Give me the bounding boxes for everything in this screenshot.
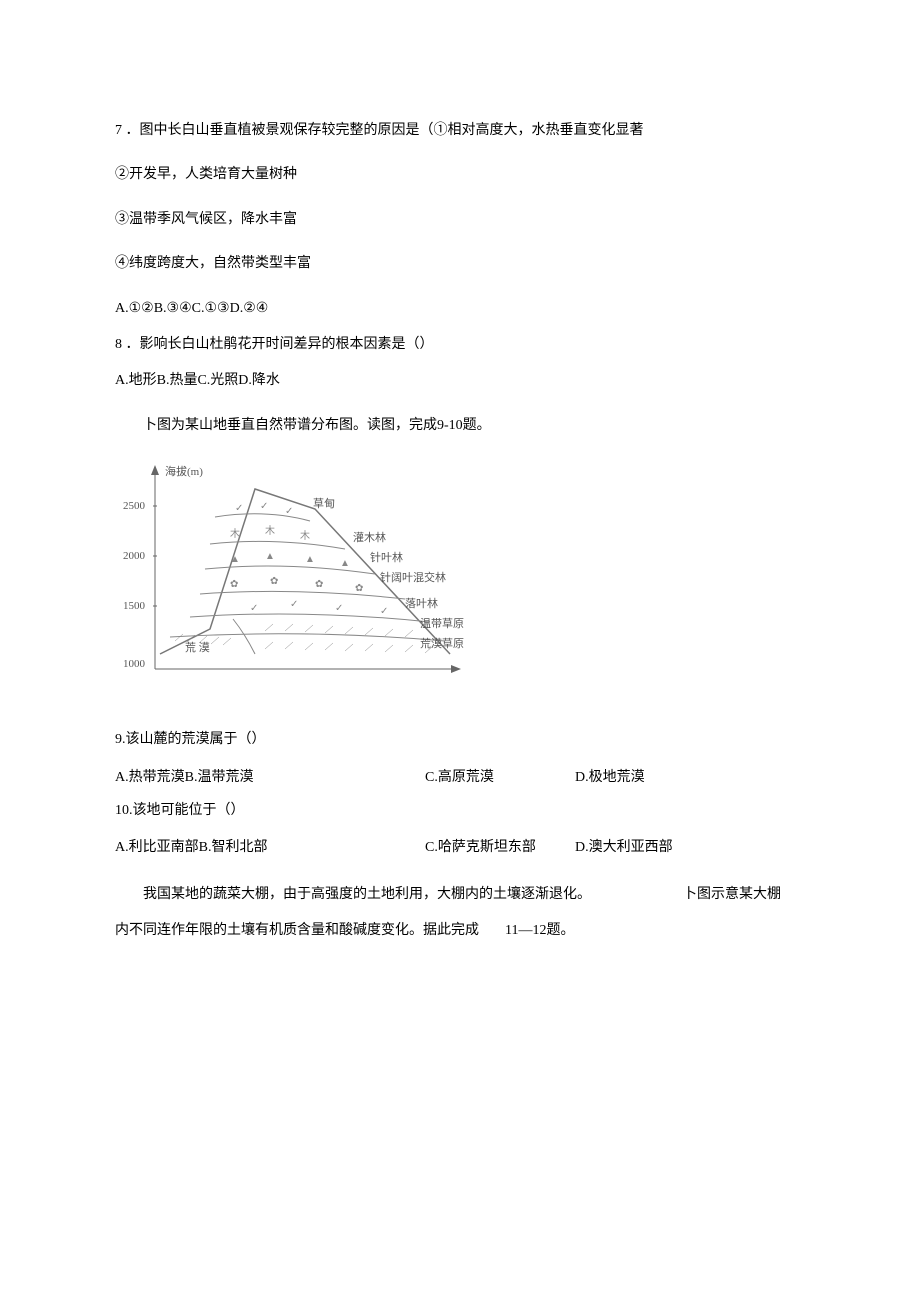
svg-text:木: 木 <box>265 525 275 537</box>
svg-text:▲: ▲ <box>305 554 315 565</box>
q8-stem: 8 ．影响长白山杜鹃花开时间差异的根本因素是（） <box>115 334 810 356</box>
document-page: 7 ．图中长白山垂直植被景观保存较完整的原因是（①相对高度大，水热垂直变化显著 … <box>0 0 920 1017</box>
svg-text:✿: ✿ <box>355 583 363 594</box>
q7-stmt4: ④纬度跨度大，自然带类型丰富 <box>115 253 810 275</box>
q8-options: A.地形B.热量C.光照D.降水 <box>115 370 810 392</box>
intro-9-10: 卜图为某山地垂直自然带谱分布图。读图，完成9-10题。 <box>115 415 810 437</box>
zone-label-8: 荒 漠 <box>185 641 210 654</box>
svg-text:木: 木 <box>300 530 310 542</box>
svg-text:✓: ✓ <box>285 506 293 517</box>
intro-1112-line2: 内不同连作年限的土壤有机质含量和酸碱度变化。据此完成 11—12题。 <box>115 920 810 942</box>
intro-1112-part2: 卜图示意某大棚 <box>655 884 810 906</box>
q7-stem: 7 ．图中长白山垂直植被景观保存较完整的原因是（①相对高度大，水热垂直变化显著 <box>115 120 810 142</box>
tick-1000: 1000 <box>123 658 146 670</box>
zone-label-4: 针阔叶混交林 <box>380 570 446 584</box>
svg-text:✓: ✓ <box>235 503 243 514</box>
svg-text:✓: ✓ <box>380 606 388 617</box>
intro-1112-part4: 11—12题。 <box>505 920 810 942</box>
zone-label-3: 针叶林 <box>370 550 403 564</box>
mountain-zonation-figure: 海拔(m) 2500 2000 1500 1000 ✓ ✓ ✓ 木 木 木 ▲ ▲ <box>115 459 810 689</box>
q7-stmt3: ③温带季风气候区，降水丰富 <box>115 209 810 231</box>
q9-opt-c: C.高原荒漠 <box>425 766 575 786</box>
zone-label-5: 落叶林 <box>405 596 438 610</box>
intro-1112-part1: 我国某地的蔬菜大棚，由于高强度的土地利用，大棚内的土壤逐渐退化。 <box>115 884 635 906</box>
svg-text:✿: ✿ <box>230 579 238 590</box>
q9-opt-ab: A.热带荒漠B.温带荒漠 <box>115 766 425 786</box>
zone-label-7: 荒漠草原 <box>420 637 464 650</box>
svg-text:✓: ✓ <box>260 501 268 512</box>
q7-options: A.①②B.③④C.①③D.②④ <box>115 298 810 320</box>
svg-text:▲: ▲ <box>340 558 350 569</box>
svg-text:✿: ✿ <box>270 576 278 587</box>
zone-label-1: 草甸 <box>313 497 335 510</box>
q7-stmt2: ②开发早，人类培育大量树种 <box>115 164 810 186</box>
zone-label-6: 温带草原 <box>420 617 464 630</box>
q10-options: A.利比亚南部B.智利北部 C.哈萨克斯坦东部 D.澳大利亚西部 <box>115 836 810 856</box>
svg-text:✿: ✿ <box>315 579 323 590</box>
intro-1112-part3: 内不同连作年限的土壤有机质含量和酸碱度变化。据此完成 <box>115 920 485 942</box>
svg-text:✓: ✓ <box>250 603 258 614</box>
q9-opt-d: D.极地荒漠 <box>575 766 725 786</box>
svg-text:✓: ✓ <box>335 603 343 614</box>
svg-text:木: 木 <box>230 528 240 540</box>
q9-stem: 9.该山麓的荒漠属于（） <box>115 729 810 751</box>
q10-opt-c: C.哈萨克斯坦东部 <box>425 836 575 856</box>
tick-2000: 2000 <box>123 550 146 562</box>
y-axis-label: 海拔(m) <box>165 464 203 478</box>
q9-options: A.热带荒漠B.温带荒漠 C.高原荒漠 D.极地荒漠 <box>115 766 810 786</box>
tick-2500: 2500 <box>123 500 146 512</box>
tick-1500: 1500 <box>123 600 146 612</box>
q10-opt-d: D.澳大利亚西部 <box>575 836 725 856</box>
intro-1112-line1: 我国某地的蔬菜大棚，由于高强度的土地利用，大棚内的土壤逐渐退化。 卜图示意某大棚 <box>115 884 810 906</box>
svg-text:▲: ▲ <box>265 551 275 562</box>
q10-opt-ab: A.利比亚南部B.智利北部 <box>115 836 425 856</box>
svg-text:✓: ✓ <box>290 599 298 610</box>
q10-stem: 10.该地可能位于（） <box>115 800 810 822</box>
zone-label-2: 灌木林 <box>353 530 386 544</box>
svg-text:▲: ▲ <box>230 554 240 565</box>
